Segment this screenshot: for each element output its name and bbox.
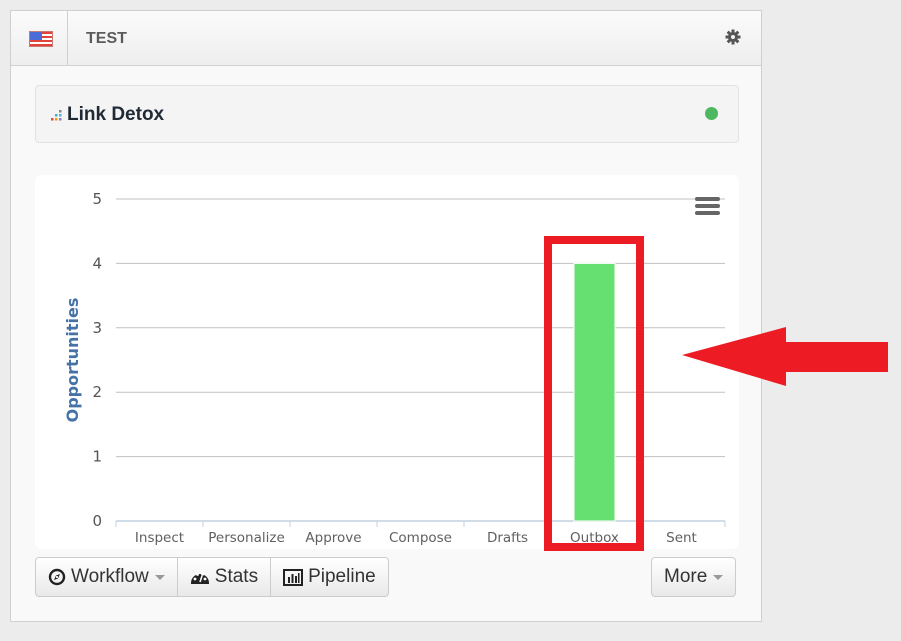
flag-cell[interactable] [11,11,68,65]
y-tick-label: 2 [92,383,102,401]
chevron-down-icon [713,574,724,580]
more-button[interactable]: More [651,557,737,597]
widget-panel: TEST Link Detox 0 1 2 3 4 5 Inspect Pers… [10,10,762,622]
more-label: More [664,566,708,587]
x-tick-label: Compose [389,530,452,546]
bar-chart: 0 1 2 3 4 5 Inspect Personalize Approve Compose Dr… [63,190,726,546]
us-flag-icon [29,31,53,47]
bar-chart-icon [283,568,304,586]
bar-outbox [573,262,616,522]
y-tick-label: 1 [92,448,102,466]
pipeline-label: Pipeline [308,566,376,587]
y-axis-title: Opportunities [63,298,82,423]
y-tick-label: 4 [92,254,102,272]
y-tick-label: 0 [92,512,102,530]
link-detox-logo-icon [51,110,62,121]
workflow-label: Workflow [71,566,149,587]
status-indicator [705,107,718,120]
chevron-down-icon [154,574,165,580]
brand-name: Link Detox [67,104,165,125]
panel-title: TEST [86,30,127,47]
x-tick-label: Approve [305,530,361,546]
y-tick-label: 3 [92,319,102,337]
compass-icon [48,568,66,586]
x-tick-label: Inspect [135,530,184,546]
x-tick-label: Sent [666,530,697,546]
chart-container: 0 1 2 3 4 5 Inspect Personalize Approve Compose Dr… [35,175,739,549]
pipeline-button[interactable]: Pipeline [271,557,389,597]
brand-box: Link Detox [35,85,739,143]
stats-label: Stats [214,566,259,587]
panel-header: TEST [11,11,761,66]
dashboard-gauge-icon [190,568,210,586]
x-tick-label: Outbox [570,530,619,546]
y-tick-label: 5 [92,190,102,208]
workflow-button[interactable]: Workflow [35,557,178,597]
hamburger-menu-icon[interactable] [695,197,720,217]
x-tick-label: Personalize [208,530,285,546]
x-tick-label: Drafts [487,530,528,546]
stats-button[interactable]: Stats [177,557,272,597]
gear-icon[interactable] [725,29,741,45]
toolbar-button-group: Workflow Stats Pipeline [35,557,389,597]
